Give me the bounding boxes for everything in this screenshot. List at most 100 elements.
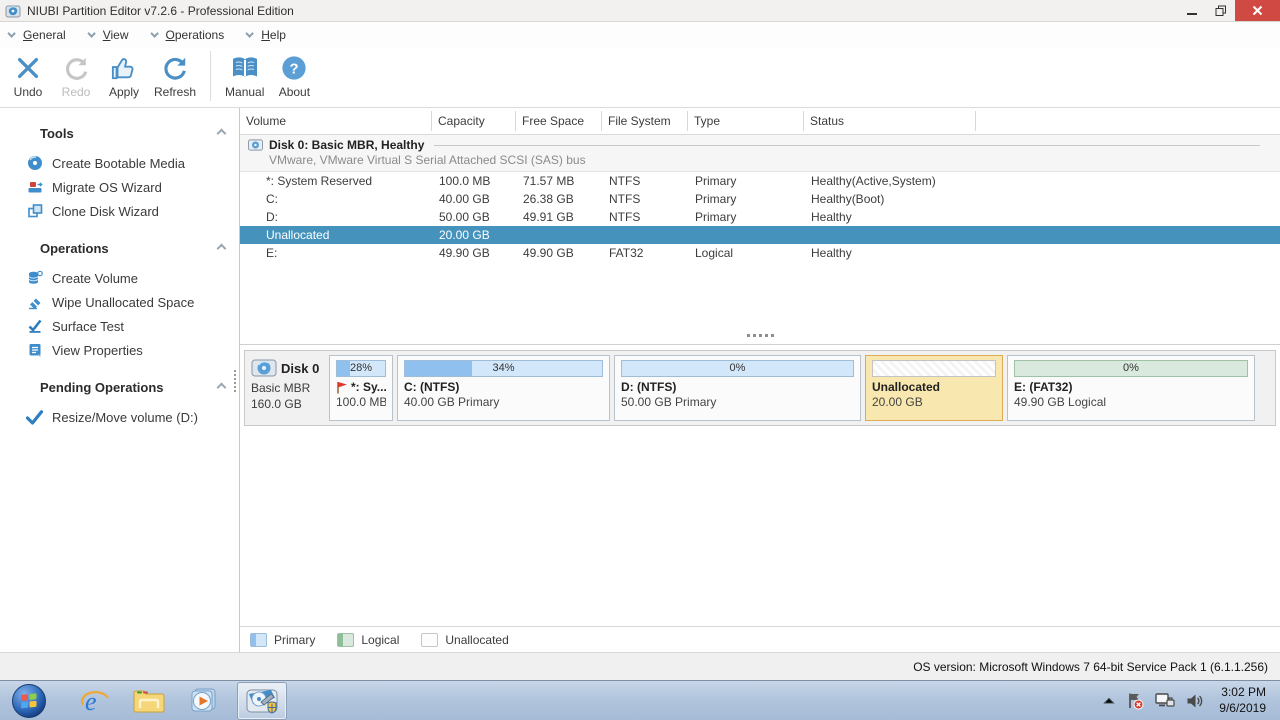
menu-item-general[interactable]: General xyxy=(7,28,66,42)
block-label: C: (NTFS) xyxy=(404,380,460,394)
block-label-row: Unallocated xyxy=(872,380,996,394)
legend-label: Logical xyxy=(361,632,400,647)
table-row-d[interactable]: D: 50.00 GB 49.91 GB NTFS Primary Healthy xyxy=(240,208,1280,226)
toolbar-button-label: Apply xyxy=(108,85,140,99)
column-header-file-system[interactable]: File System xyxy=(602,111,688,131)
disk-map-disk-info[interactable]: Disk 0 Basic MBR 160.0 GB xyxy=(249,355,325,421)
minimize-button[interactable] xyxy=(1177,0,1206,21)
table-row-unallocated[interactable]: Unallocated 20.00 GB xyxy=(240,226,1280,244)
app-window: NIUBI Partition Editor v7.2.6 - Professi… xyxy=(0,0,1280,680)
sidebar-item-label: View Properties xyxy=(52,342,143,358)
table-row-c[interactable]: C: 40.00 GB 26.38 GB NTFS Primary Healthy(Boo… xyxy=(240,190,1280,208)
block-sublabel: 20.00 GB xyxy=(872,395,923,409)
show-hidden-icons-arrow[interactable] xyxy=(1103,696,1115,705)
os-version-text: OS version: Microsoft Windows 7 64-bit S… xyxy=(913,659,1268,674)
minimize-icon xyxy=(1186,12,1197,15)
cell-capacity: 40.00 GB xyxy=(439,192,490,206)
start-button[interactable] xyxy=(12,683,46,718)
apply-button[interactable]: Apply xyxy=(100,48,148,99)
disk-map-disk-icon xyxy=(251,357,277,379)
sidebar-resize-grip[interactable] xyxy=(234,370,236,392)
column-header-volume[interactable]: Volume xyxy=(240,111,432,131)
sidebar-item-create-volume[interactable]: Create Volume xyxy=(0,266,239,290)
cell-capacity: 49.90 GB xyxy=(439,246,490,260)
menu-item-operations[interactable]: Operations xyxy=(149,28,225,42)
sidebar-item-clone-disk-wizard[interactable]: Clone Disk Wizard xyxy=(0,199,239,223)
volume-icon[interactable] xyxy=(1186,693,1204,709)
sidebar-item-migrate-os-wizard[interactable]: Migrate OS Wizard xyxy=(0,175,239,199)
sidebar-item-view-properties[interactable]: View Properties xyxy=(0,338,239,362)
action-center-flag-icon[interactable] xyxy=(1126,692,1144,710)
close-icon xyxy=(1252,5,1263,16)
media-player-icon[interactable] xyxy=(184,683,222,719)
sidebar-item-create-bootable-media[interactable]: Create Bootable Media xyxy=(0,151,239,175)
disk-icon xyxy=(248,138,263,152)
menu-item-help[interactable]: Help xyxy=(245,28,286,42)
legend-swatch-primary xyxy=(250,632,267,647)
undo-button[interactable]: Undo xyxy=(4,48,52,99)
network-icon[interactable] xyxy=(1155,692,1175,709)
column-header-capacity[interactable]: Capacity xyxy=(432,111,516,131)
sidebar-item-label: Wipe Unallocated Space xyxy=(52,294,195,310)
menu-item-label: Operations xyxy=(165,28,225,42)
legend-item-unallocated: Unallocated xyxy=(421,632,509,647)
column-header-free-space[interactable]: Free Space xyxy=(516,111,602,131)
window-title: NIUBI Partition Editor v7.2.6 - Professi… xyxy=(27,3,294,18)
cell-type: Primary xyxy=(695,192,737,206)
chevron-up-icon xyxy=(216,128,227,139)
sidebar-item-resize-move-volume-d[interactable]: Resize/Move volume (D:) xyxy=(0,405,239,429)
disk-map-block-unallocated[interactable]: Unallocated 20.00 GB xyxy=(865,355,1003,421)
cell-status: Healthy(Active,System) xyxy=(811,174,936,188)
chevron-up-icon xyxy=(216,382,227,393)
panel-divider xyxy=(240,344,1280,345)
disk-map-block-sy[interactable]: 28% *: Sy... 100.0 MB xyxy=(329,355,393,421)
panel-splitter-handle[interactable] xyxy=(746,334,774,337)
disk-group-title: Disk 0: Basic MBR, Healthy xyxy=(269,138,425,152)
undo-icon xyxy=(15,52,41,84)
cell-capacity: 20.00 GB xyxy=(439,228,490,242)
section-header-tools[interactable]: Tools xyxy=(0,126,239,141)
refresh-button[interactable]: Refresh xyxy=(148,48,202,99)
explorer-folder-icon[interactable] xyxy=(130,683,168,719)
close-button[interactable] xyxy=(1235,0,1280,21)
table-row-e[interactable]: E: 49.90 GB 49.90 GB FAT32 Logical Healthy xyxy=(240,244,1280,262)
restore-button[interactable] xyxy=(1206,0,1235,21)
cell-status: Healthy xyxy=(811,210,852,224)
manual-button[interactable]: Manual xyxy=(219,48,270,99)
section-header-pending-operations[interactable]: Pending Operations xyxy=(0,380,239,395)
disk-map-block-c-ntfs[interactable]: 34% C: (NTFS) 40.00 GB Primary xyxy=(397,355,610,421)
cell-file-system: NTFS xyxy=(609,174,641,188)
migrate-icon xyxy=(26,179,43,196)
chevron-down-icon xyxy=(245,29,255,38)
column-header-type[interactable]: Type xyxy=(688,111,804,131)
menu-item-label: Help xyxy=(261,28,286,42)
internet-explorer-icon[interactable]: e xyxy=(76,683,114,719)
disk-group-row[interactable]: Disk 0: Basic MBR, Healthy VMware, VMwar… xyxy=(240,134,1280,172)
sidebar-item-surface-test[interactable]: Surface Test xyxy=(0,314,239,338)
disk-map-block-d-ntfs[interactable]: 0% D: (NTFS) 50.00 GB Primary xyxy=(614,355,861,421)
disk-map-block-e-fat32[interactable]: 0% E: (FAT32) 49.90 GB Logical xyxy=(1007,355,1255,421)
menu-item-view[interactable]: View xyxy=(87,28,129,42)
block-label: E: (FAT32) xyxy=(1014,380,1073,394)
check-icon xyxy=(26,409,43,426)
disk-map-disk-type: Basic MBR xyxy=(251,381,311,395)
column-header-status[interactable]: Status xyxy=(804,111,976,131)
sidebar-item-wipe-unallocated-space[interactable]: Wipe Unallocated Space xyxy=(0,290,239,314)
taskbar-clock[interactable]: 3:02 PM 9/6/2019 xyxy=(1219,685,1266,716)
section-header-operations[interactable]: Operations xyxy=(0,241,239,256)
block-label-row: E: (FAT32) xyxy=(1014,380,1248,394)
block-sublabel: 49.90 GB Logical xyxy=(1014,395,1107,409)
sidebar-item-label: Create Bootable Media xyxy=(52,155,185,171)
block-label: *: Sy... xyxy=(351,380,386,394)
menu-item-label: General xyxy=(23,28,66,42)
niubi-app-icon[interactable] xyxy=(237,681,287,720)
cell-status: Healthy(Boot) xyxy=(811,192,885,206)
block-sublabel: 40.00 GB Primary xyxy=(404,395,500,409)
sidebar-item-label: Resize/Move volume (D:) xyxy=(52,409,198,425)
used-space-bar: 0% xyxy=(1014,360,1248,377)
section-title: Operations xyxy=(40,241,109,256)
table-row-system-reserved[interactable]: *: System Reserved 100.0 MB 71.57 MB NTFS Pr… xyxy=(240,172,1280,190)
cell-capacity: 50.00 GB xyxy=(439,210,490,224)
about-button[interactable]: ? About xyxy=(270,48,318,99)
apply-icon xyxy=(110,52,138,84)
